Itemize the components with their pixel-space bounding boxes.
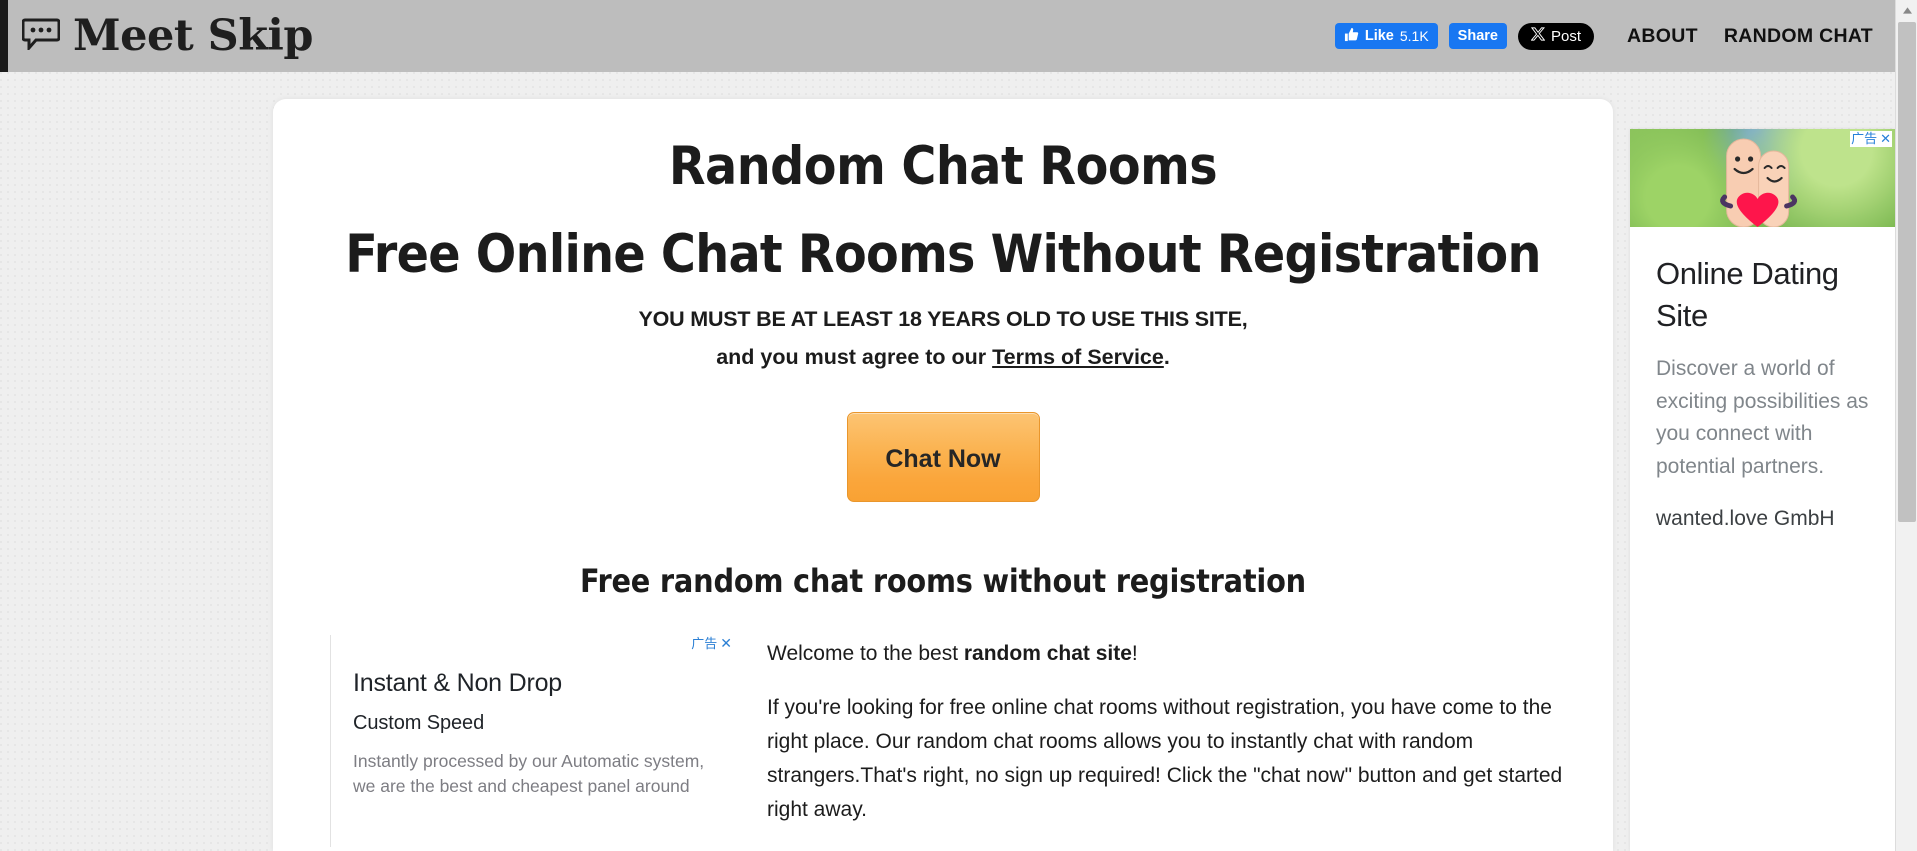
section-heading: Free random chat rooms without registrat… (580, 562, 1306, 600)
sidebar-advertisement[interactable]: 广告 ✕ Online Dating Site Discover a world… (1630, 129, 1895, 851)
vertical-scrollbar[interactable] (1895, 0, 1917, 851)
facebook-share-button[interactable]: Share (1448, 23, 1507, 49)
x-post-label: Post (1550, 27, 1581, 45)
two-fingers-with-heart-image (1700, 135, 1820, 227)
facebook-share-label: Share (1457, 28, 1498, 44)
brand-logo[interactable]: Meet Skip (21, 10, 313, 61)
nav-item-random-chat[interactable]: RANDOM CHAT (1724, 25, 1873, 48)
thumbs-up-icon (1344, 27, 1359, 46)
cta-container: Chat Now (273, 412, 1613, 502)
sidebar-ad-image: 广告 ✕ (1630, 129, 1895, 227)
facebook-like-label: Like (1364, 28, 1394, 44)
sidebar-ad-close-icon[interactable]: ✕ (1880, 131, 1891, 147)
chat-now-button[interactable]: Chat Now (846, 412, 1040, 502)
article-body: Welcome to the best random chat site! If… (767, 635, 1573, 847)
sidebar-ad-label-text: 广告 (1851, 131, 1878, 146)
site-header: Meet Skip Like 5.1K Share Post ABOUT RAN… (0, 0, 1895, 72)
inline-ad-label-text: 广告 (691, 635, 718, 651)
scrollbar-thumb[interactable] (1898, 22, 1916, 522)
inline-ad-label[interactable]: 广告 ✕ (691, 636, 732, 650)
header-left-edge (4, 0, 8, 72)
inline-ad-subtitle: Custom Speed (353, 712, 485, 734)
scrollbar-up-arrow-icon[interactable] (1896, 0, 1917, 20)
body-columns: 广告 ✕ Instant & Non Drop Custom Speed Ins… (273, 635, 1613, 848)
social-buttons: Like 5.1K Share Post (1334, 22, 1594, 50)
speech-bubble-icon (21, 18, 61, 55)
brand-name: Meet Skip (73, 10, 313, 61)
article-paragraph-2: If you're looking for free online chat r… (767, 696, 1563, 822)
sidebar-ad-body: Discover a world of exciting possibiliti… (1656, 357, 1869, 478)
sidebar-ad-title: Online Dating Site (1656, 256, 1839, 333)
inline-ad-close-icon[interactable]: ✕ (720, 636, 732, 650)
facebook-like-button[interactable]: Like 5.1K (1334, 23, 1438, 49)
terms-of-service-link[interactable]: Terms of Service (992, 345, 1164, 369)
header-right-cluster: Like 5.1K Share Post ABOUT RANDOM CHAT (1334, 22, 1895, 50)
article-paragraph-1: Welcome to the best random chat site! (767, 637, 1573, 671)
sidebar-ad-advertiser: wanted.love GmbH (1656, 507, 1835, 531)
terms-agreement-line: and you must agree to our Terms of Servi… (273, 345, 1613, 370)
facebook-like-count: 5.1K (1399, 28, 1429, 44)
main-nav: ABOUT RANDOM CHAT (1627, 25, 1873, 48)
nav-item-about[interactable]: ABOUT (1627, 25, 1698, 48)
content-card: Random Chat Rooms Free Online Chat Rooms… (273, 99, 1613, 851)
terms-prefix: and you must agree to our (716, 345, 993, 369)
inline-advertisement[interactable]: 广告 ✕ Instant & Non Drop Custom Speed Ins… (330, 635, 735, 848)
page-subtitle: Free Online Chat Rooms Without Registrat… (345, 224, 1541, 285)
page-title: Random Chat Rooms (668, 136, 1218, 197)
article-p1-prefix: Welcome to the best (767, 642, 964, 665)
terms-suffix: . (1163, 345, 1170, 369)
sidebar-ad-label[interactable]: 广告 ✕ (1850, 131, 1892, 148)
article-p1-bold: random chat site (963, 642, 1132, 665)
inline-ad-body: Instantly processed by our Automatic sys… (353, 751, 705, 797)
x-logo-icon (1530, 27, 1546, 45)
article-p1-suffix: ! (1131, 642, 1138, 665)
age-warning: YOU MUST BE AT LEAST 18 YEARS OLD TO USE… (638, 307, 1248, 331)
inline-ad-title: Instant & Non Drop (353, 669, 563, 697)
x-post-button[interactable]: Post (1517, 22, 1594, 50)
